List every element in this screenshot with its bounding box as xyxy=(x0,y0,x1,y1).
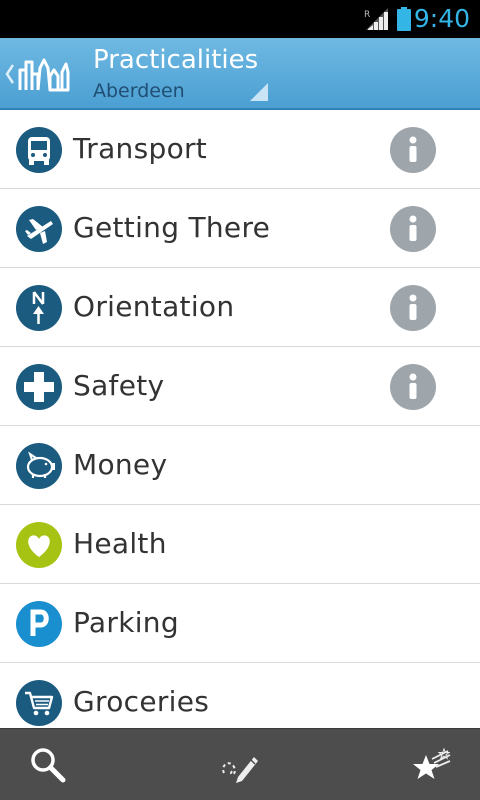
action-bar: Practicalities Aberdeen xyxy=(0,38,480,110)
list-item-label: Parking xyxy=(73,606,179,639)
list-item-label: Groceries xyxy=(73,685,210,718)
practicalities-list: Transport Getting There Orientation Safe… xyxy=(0,110,480,728)
roaming-indicator: R xyxy=(364,10,370,20)
list-item-label: Money xyxy=(73,448,168,481)
chevron-left-icon[interactable] xyxy=(4,63,16,85)
airplane-icon xyxy=(16,206,62,252)
medical-cross-icon xyxy=(16,364,62,410)
list-item-transport[interactable]: Transport xyxy=(0,110,480,189)
dropdown-triangle-icon[interactable] xyxy=(250,83,268,101)
page-title: Practicalities xyxy=(93,45,259,75)
search-icon[interactable] xyxy=(26,743,70,787)
list-item-label: Orientation xyxy=(73,290,235,323)
list-item-safety[interactable]: Safety xyxy=(0,347,480,426)
status-time: 9:40 xyxy=(413,4,470,33)
list-item-label: Safety xyxy=(73,369,165,402)
info-icon[interactable] xyxy=(390,127,436,173)
heart-icon xyxy=(16,522,62,568)
list-item-health[interactable]: Health xyxy=(0,505,480,584)
info-icon[interactable] xyxy=(390,206,436,252)
list-item-groceries[interactable]: Groceries xyxy=(0,663,480,728)
parking-icon xyxy=(16,601,62,647)
list-item-money[interactable]: Money xyxy=(0,426,480,505)
city-skyline-logo-icon[interactable] xyxy=(18,54,70,94)
bus-icon xyxy=(16,127,62,173)
piggy-bank-icon xyxy=(16,443,62,489)
info-icon[interactable] xyxy=(390,364,436,410)
shopping-cart-icon xyxy=(16,680,62,726)
list-item-label: Getting There xyxy=(73,211,271,244)
compass-north-icon xyxy=(16,285,62,331)
info-icon[interactable] xyxy=(390,285,436,331)
status-bar: R 9:40 xyxy=(0,0,480,38)
draw-route-icon[interactable] xyxy=(218,743,262,787)
list-item-getting-there[interactable]: Getting There xyxy=(0,189,480,268)
battery-icon xyxy=(397,7,411,31)
city-subtitle[interactable]: Aberdeen xyxy=(93,79,185,103)
list-item-orientation[interactable]: Orientation xyxy=(0,268,480,347)
favorites-stars-icon[interactable] xyxy=(410,743,454,787)
list-item-parking[interactable]: Parking xyxy=(0,584,480,663)
signal-icon: R xyxy=(364,8,388,30)
list-item-label: Transport xyxy=(73,132,208,165)
bottom-toolbar xyxy=(0,728,480,800)
list-item-label: Health xyxy=(73,527,167,560)
